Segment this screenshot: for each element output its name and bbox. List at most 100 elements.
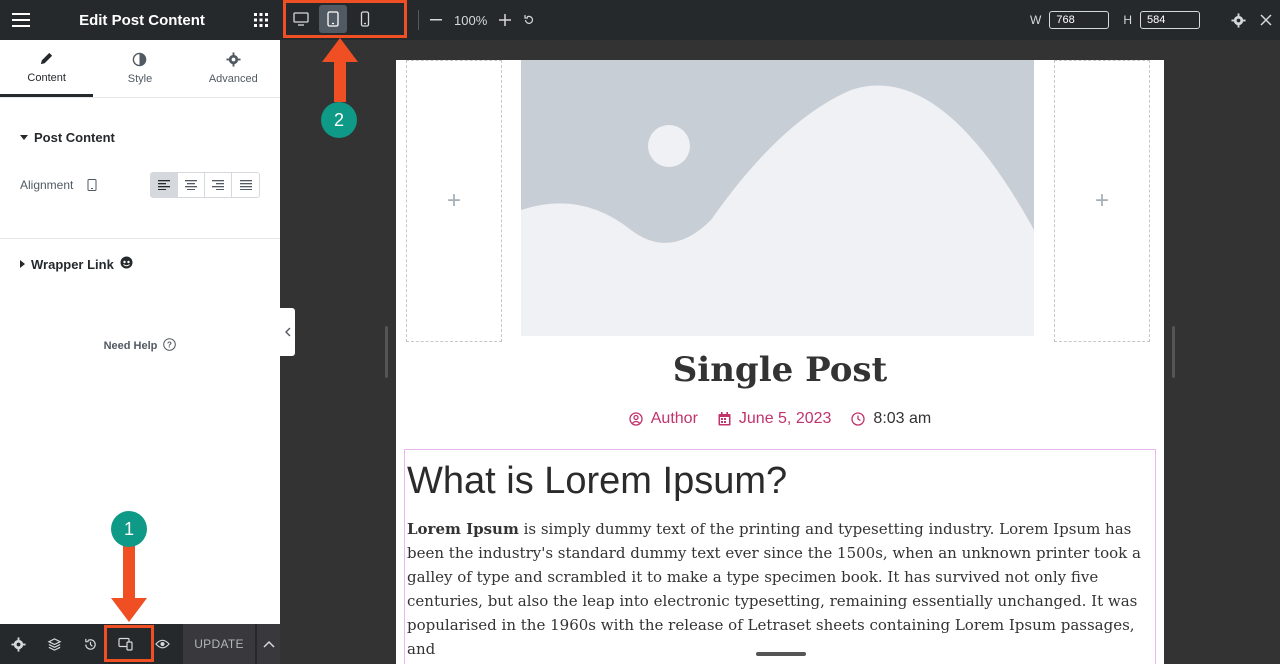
pencil-icon: [41, 52, 53, 64]
content-heading: What is Lorem Ipsum?: [407, 460, 788, 502]
empty-column-right[interactable]: +: [1054, 60, 1150, 342]
canvas-resize-handle-right[interactable]: [1172, 326, 1175, 378]
topbar-actions: [1231, 0, 1272, 40]
post-content-widget[interactable]: What is Lorem Ipsum? Lorem Ipsum is simp…: [404, 449, 1156, 664]
tab-advanced-label: Advanced: [208, 73, 258, 85]
widgets-grid-icon[interactable]: [253, 13, 268, 27]
tab-advanced[interactable]: Advanced: [187, 40, 280, 97]
need-help-link[interactable]: Need Help ?: [0, 338, 280, 354]
collapse-panel-button[interactable]: [280, 308, 295, 356]
align-justify-button[interactable]: [232, 173, 259, 197]
minus-icon: [430, 19, 442, 21]
highlight-device-switcher: [283, 0, 407, 38]
tab-style[interactable]: Style: [93, 40, 186, 97]
meta-author[interactable]: Author: [629, 410, 698, 428]
height-label: H: [1123, 13, 1132, 27]
zoom-controls: 100%: [430, 0, 535, 40]
post-title: Single Post: [672, 350, 888, 390]
responsive-topbar: 100% W H: [280, 0, 1280, 40]
align-left-button[interactable]: [151, 173, 178, 197]
content-paragraph-text: is simply dummy text of the printing and…: [407, 520, 1141, 658]
user-circle-icon: [629, 412, 643, 426]
meta-date-text: June 5, 2023: [738, 410, 832, 427]
height-input[interactable]: [1140, 11, 1200, 29]
section-wrapper-link-label: Wrapper Link: [31, 256, 114, 272]
image-placeholder-icon: [521, 60, 1034, 336]
panel-tabs: Content Style Advanced: [0, 40, 280, 98]
content-paragraph: Lorem Ipsum is simply dummy text of the …: [407, 517, 1153, 661]
reset-zoom-button[interactable]: [523, 14, 535, 26]
gear-icon: [226, 52, 241, 67]
align-right-button[interactable]: [205, 173, 232, 197]
align-justify-icon: [239, 180, 252, 190]
zoom-out-button[interactable]: [430, 19, 442, 21]
section-divider: [0, 238, 280, 239]
align-left-icon: [158, 180, 170, 190]
alignment-button-group: [150, 172, 260, 198]
preview-canvas: + + Single Post Author June 5, 2023 8:03…: [396, 60, 1164, 664]
section-post-content[interactable]: Post Content: [20, 130, 115, 145]
step-badge-2: 2: [321, 102, 357, 138]
chevron-left-icon: [284, 327, 290, 337]
align-center-button[interactable]: [178, 173, 205, 197]
step-badge-1: 1: [111, 511, 147, 547]
alignment-label: Alignment: [20, 178, 74, 192]
content-paragraph-bold: Lorem Ipsum: [407, 520, 519, 538]
zoom-level: 100%: [454, 12, 488, 28]
panel-title: Edit Post Content: [79, 11, 205, 29]
zoom-in-button[interactable]: [499, 14, 512, 26]
highlight-responsive-button: [104, 625, 154, 662]
meta-date[interactable]: June 5, 2023: [718, 410, 832, 428]
width-input[interactable]: [1049, 11, 1110, 29]
width-label: W: [1030, 13, 1042, 27]
meta-time-text: 8:03 am: [873, 410, 932, 427]
calendar-icon: [718, 412, 731, 426]
pro-badge-icon: [120, 256, 133, 272]
update-button[interactable]: UPDATE: [183, 624, 255, 664]
align-right-icon: [212, 180, 224, 190]
add-widget-plus-icon[interactable]: +: [447, 187, 461, 215]
meta-time: 8:03 am: [851, 410, 931, 428]
navigator-button[interactable]: [36, 624, 72, 664]
clock-icon: [851, 412, 866, 426]
arrow-up-annotation: [322, 38, 358, 102]
canvas-resize-handle-left[interactable]: [385, 326, 388, 378]
tab-content-label: Content: [27, 71, 66, 84]
tab-style-label: Style: [127, 73, 153, 85]
canvas-resize-handle-bottom[interactable]: [756, 652, 806, 656]
hamburger-menu-icon[interactable]: [12, 13, 30, 27]
settings-button[interactable]: [0, 624, 36, 664]
featured-image-placeholder[interactable]: [521, 60, 1034, 336]
close-responsive-button[interactable]: [1260, 14, 1272, 26]
eye-icon: [154, 639, 170, 649]
add-widget-plus-icon[interactable]: +: [1095, 187, 1109, 215]
section-post-content-label: Post Content: [34, 130, 115, 145]
history-icon: [84, 638, 96, 650]
reset-icon: [524, 15, 534, 24]
alignment-control: Alignment: [20, 172, 260, 198]
responsive-settings-button[interactable]: [1231, 12, 1246, 28]
tab-content[interactable]: Content: [0, 40, 94, 97]
arrow-down-annotation: [111, 544, 147, 622]
section-wrapper-link[interactable]: Wrapper Link: [20, 256, 133, 272]
gear-icon: [1231, 12, 1246, 28]
save-options-button[interactable]: [256, 624, 280, 664]
post-meta: Author June 5, 2023 8:03 am: [396, 410, 1164, 428]
need-help-label: Need Help: [103, 340, 158, 352]
empty-column-left[interactable]: +: [406, 60, 502, 342]
plus-icon: [499, 14, 512, 26]
chevron-up-icon: [262, 640, 275, 648]
canvas-dimensions: W H: [1030, 0, 1200, 40]
history-button[interactable]: [72, 624, 108, 664]
contrast-icon: [133, 52, 147, 67]
sidebar-header: Edit Post Content: [0, 0, 280, 40]
close-icon: [1260, 14, 1272, 26]
responsive-tablet-icon[interactable]: [87, 179, 97, 191]
settings-gear-icon: [10, 636, 26, 652]
help-question-icon: ?: [163, 338, 177, 354]
toolbar-separator: [418, 10, 419, 30]
svg-text:?: ?: [167, 341, 172, 350]
caret-down-icon: [20, 135, 28, 140]
align-center-icon: [185, 180, 197, 190]
layers-icon: [47, 637, 61, 651]
